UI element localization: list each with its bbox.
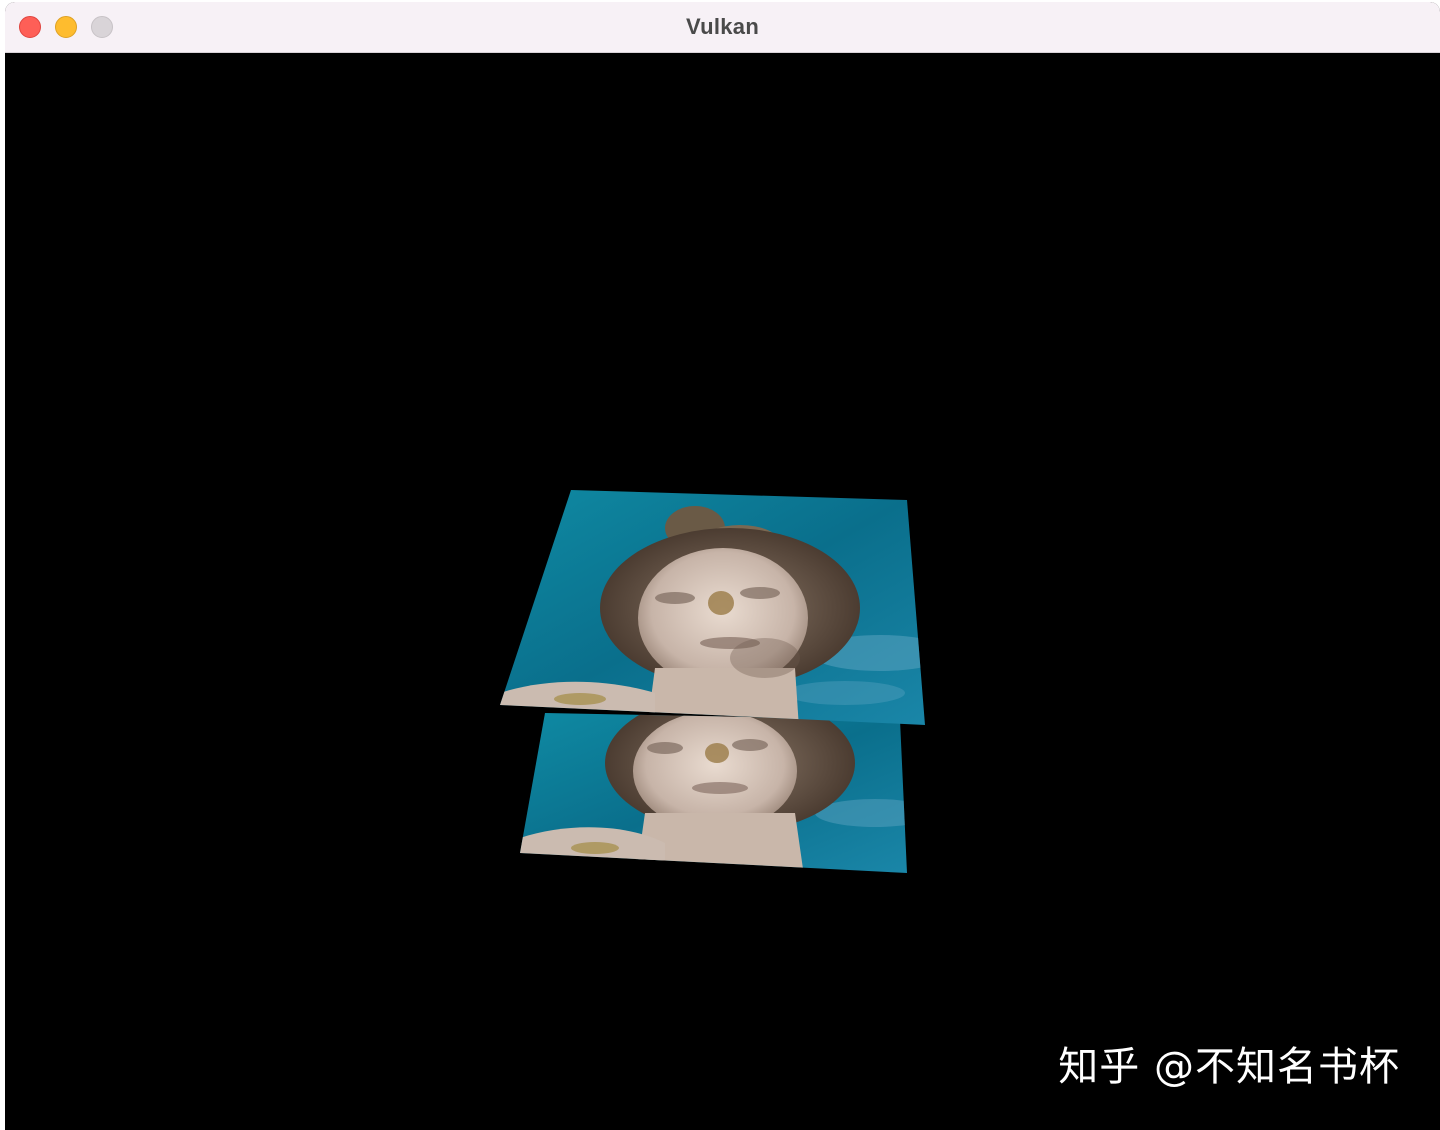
- title-bar[interactable]: Vulkan: [5, 2, 1440, 53]
- render-canvas[interactable]: 知乎 @不知名书杯: [5, 53, 1440, 1130]
- textured-quad-front: [500, 490, 925, 725]
- minimize-button[interactable]: [55, 16, 77, 38]
- rendered-scene: [500, 490, 925, 873]
- app-window: Vulkan 知乎 @不知名书杯: [5, 2, 1440, 1130]
- close-button[interactable]: [19, 16, 41, 38]
- window-title: Vulkan: [685, 14, 760, 39]
- watermark-text: 知乎 @不知名书杯: [1058, 1044, 1400, 1090]
- window-controls: [19, 16, 113, 38]
- zoom-button[interactable]: [91, 16, 113, 38]
